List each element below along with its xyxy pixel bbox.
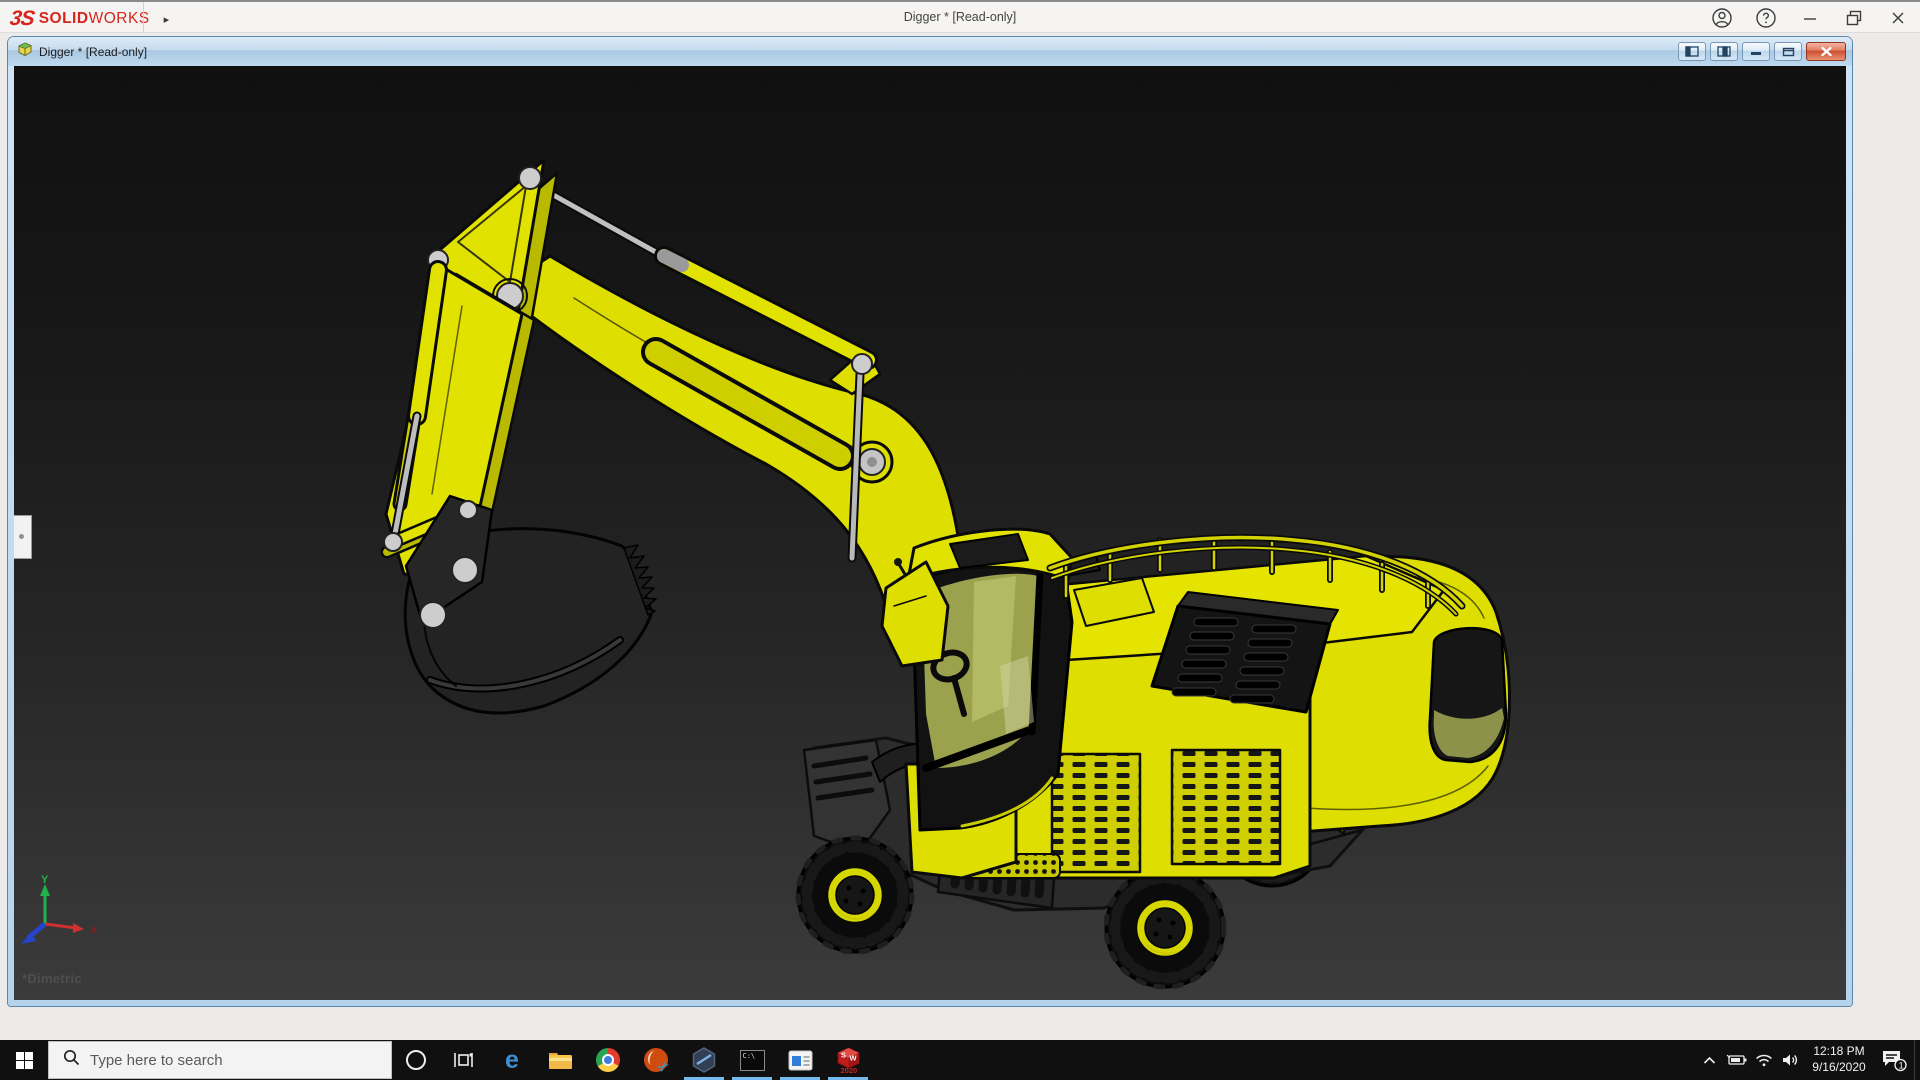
rear-wheel: [1106, 869, 1224, 987]
tray-date: 9/16/2020: [1804, 1060, 1874, 1076]
show-desktop-button[interactable]: [1914, 1040, 1920, 1080]
taskbar-item-edge[interactable]: e: [488, 1040, 536, 1080]
app-titlebar: 3S SOLID WORKS ▸ Digger * [Read-only]: [0, 0, 1920, 33]
chrome-icon: [596, 1048, 620, 1072]
doc-restore-button[interactable]: [1774, 42, 1802, 61]
tray-chevron-up-icon[interactable]: [1696, 1040, 1723, 1080]
graphics-viewport[interactable]: Y X *Dimetric: [14, 66, 1846, 1000]
volume-icon[interactable]: [1777, 1040, 1804, 1080]
svg-text:2020: 2020: [840, 1066, 857, 1074]
taskbar-item-cortana[interactable]: [392, 1040, 440, 1080]
pane-tab-grip-icon: [19, 534, 24, 539]
cortana-icon: [406, 1050, 426, 1070]
search-input[interactable]: [90, 1052, 370, 1069]
tray-time: 12:18 PM: [1804, 1044, 1874, 1060]
command-prompt-icon: C:\: [740, 1050, 765, 1071]
doc-minimize-button[interactable]: [1742, 42, 1770, 61]
edge-icon: e: [505, 1048, 519, 1073]
triad-y-label: Y: [41, 874, 49, 886]
app-title: Digger * [Read-only]: [0, 10, 1920, 24]
taskbar-item-task-view[interactable]: [440, 1040, 488, 1080]
pane-right-button[interactable]: [1710, 42, 1738, 61]
file-explorer-icon: [548, 1050, 573, 1071]
windows-taskbar: e ✂ C:\ S W 2020: [0, 1040, 1920, 1080]
help-icon[interactable]: [1754, 6, 1778, 30]
taskbar-item-composer[interactable]: [680, 1040, 728, 1080]
restore-button[interactable]: [1842, 6, 1866, 30]
feature-pane-collapsed-tab[interactable]: [14, 515, 32, 559]
battery-icon[interactable]: [1723, 1040, 1750, 1080]
action-center-icon[interactable]: 1: [1874, 1040, 1914, 1080]
taskbar-item-chrome[interactable]: [584, 1040, 632, 1080]
snipping-tool-icon: ✂: [644, 1048, 668, 1072]
close-button[interactable]: [1886, 6, 1910, 30]
front-wheel: [798, 838, 912, 952]
document-title: Digger * [Read-only]: [39, 45, 147, 59]
system-tray: 12:18 PM 9/16/2020 1: [1696, 1040, 1920, 1080]
svg-text:S: S: [841, 1050, 846, 1059]
task-view-icon: [453, 1050, 475, 1070]
view-orientation-label: *Dimetric: [22, 971, 82, 986]
orientation-triad: Y X: [18, 874, 128, 960]
taskbar-item-solidworks-2020[interactable]: S W 2020: [824, 1040, 872, 1080]
document-window: Digger * [Read-only]: [8, 37, 1852, 1006]
document-titlebar[interactable]: Digger * [Read-only]: [8, 37, 1852, 66]
hexagon-app-icon: [691, 1047, 717, 1073]
tray-clock[interactable]: 12:18 PM 9/16/2020: [1804, 1044, 1874, 1075]
taskbar-empty-area[interactable]: [872, 1040, 1696, 1080]
taskbar-search-box[interactable]: [48, 1041, 392, 1079]
account-icon[interactable]: [1710, 6, 1734, 30]
search-icon: [63, 1049, 80, 1071]
svg-text:W: W: [849, 1053, 857, 1062]
doc-close-button[interactable]: [1806, 42, 1846, 61]
minimize-button[interactable]: [1798, 6, 1822, 30]
taskbar-item-command-prompt[interactable]: C:\: [728, 1040, 776, 1080]
display-window-icon: [788, 1050, 813, 1071]
pane-left-button[interactable]: [1678, 42, 1706, 61]
notification-badge: 1: [1899, 1061, 1904, 1071]
excavator-model[interactable]: [14, 66, 1846, 1000]
start-button[interactable]: [0, 1040, 48, 1080]
taskbar-item-file-explorer[interactable]: [536, 1040, 584, 1080]
part-document-icon: [16, 41, 33, 62]
solidworks-2020-icon: S W 2020: [835, 1047, 862, 1074]
triad-x-label: X: [90, 925, 98, 937]
taskbar-item-snipping-tool[interactable]: ✂: [632, 1040, 680, 1080]
wifi-icon[interactable]: [1750, 1040, 1777, 1080]
taskbar-item-display-app[interactable]: [776, 1040, 824, 1080]
